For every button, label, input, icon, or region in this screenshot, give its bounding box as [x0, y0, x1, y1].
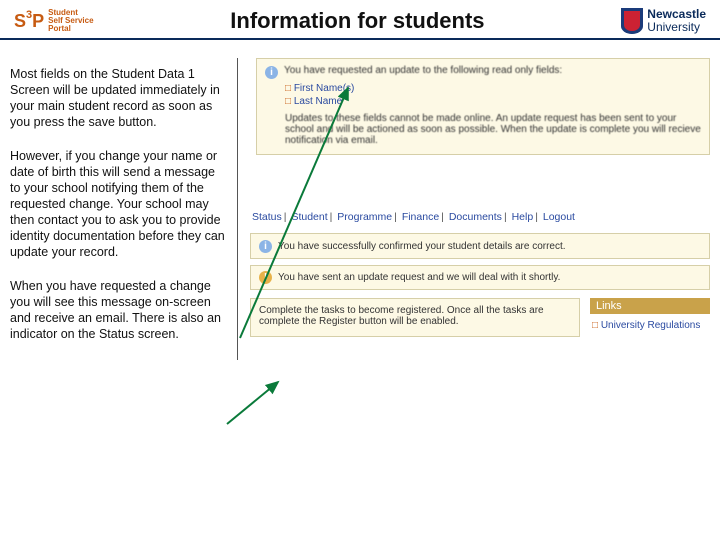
paragraph-1: Most fields on the Student Data 1 Screen…	[10, 66, 227, 130]
update-sent-text: You have sent an update request and we w…	[278, 272, 560, 283]
shield-icon	[621, 8, 643, 34]
nav-help[interactable]: Help	[512, 211, 534, 223]
portal-nav-bar: Status| Student| Programme| Finance| Doc…	[250, 207, 710, 227]
nav-student[interactable]: Student	[291, 211, 327, 223]
nav-status[interactable]: Status	[252, 211, 282, 223]
field-last-name: Last Name	[285, 96, 701, 107]
links-panel: Links University Regulations	[590, 298, 710, 337]
info-icon: i	[265, 66, 278, 79]
paragraph-3: When you have requested a change you wil…	[10, 278, 227, 342]
paragraph-2: However, if you change your name or date…	[10, 148, 227, 260]
confirm-text: You have successfully confirmed your stu…	[278, 241, 566, 252]
s3p-logo: S3P Student Self Service Portal	[14, 9, 94, 34]
update-lead-text: You have requested an update to the foll…	[284, 65, 562, 76]
link-university-regulations[interactable]: University Regulations	[592, 320, 708, 331]
uni-name-bottom: University	[647, 21, 706, 34]
nav-documents[interactable]: Documents	[449, 211, 502, 223]
update-sent-message: ! You have sent an update request and we…	[250, 265, 710, 290]
register-instruction-box: Complete the tasks to become registered.…	[250, 298, 580, 337]
explanatory-text-column: Most fields on the Student Data 1 Screen…	[10, 58, 238, 360]
field-first-name: First Name(s)	[285, 83, 701, 94]
update-request-message-box: i You have requested an update to the fo…	[256, 58, 710, 155]
register-text: Complete the tasks to become registered.…	[259, 305, 544, 327]
newcastle-logo: Newcastle University	[621, 8, 706, 34]
screenshot-column: i You have requested an update to the fo…	[250, 58, 710, 360]
nav-logout[interactable]: Logout	[543, 211, 575, 223]
update-note-text: Updates to these fields cannot be made o…	[285, 113, 701, 146]
s3p-line3: Portal	[48, 25, 93, 33]
links-header: Links	[590, 298, 710, 314]
nav-finance[interactable]: Finance	[402, 211, 439, 223]
s3p-mark: S3P	[14, 11, 44, 32]
info-icon: i	[259, 240, 272, 253]
nav-programme[interactable]: Programme	[337, 211, 392, 223]
confirm-details-message: i You have successfully confirmed your s…	[250, 233, 710, 259]
page-header: S3P Student Self Service Portal Informat…	[0, 0, 720, 40]
s3p-logo-text: Student Self Service Portal	[48, 9, 93, 34]
page-title: Information for students	[94, 8, 622, 34]
warning-icon: !	[259, 271, 272, 284]
arrow-to-status-indicator	[222, 376, 292, 426]
